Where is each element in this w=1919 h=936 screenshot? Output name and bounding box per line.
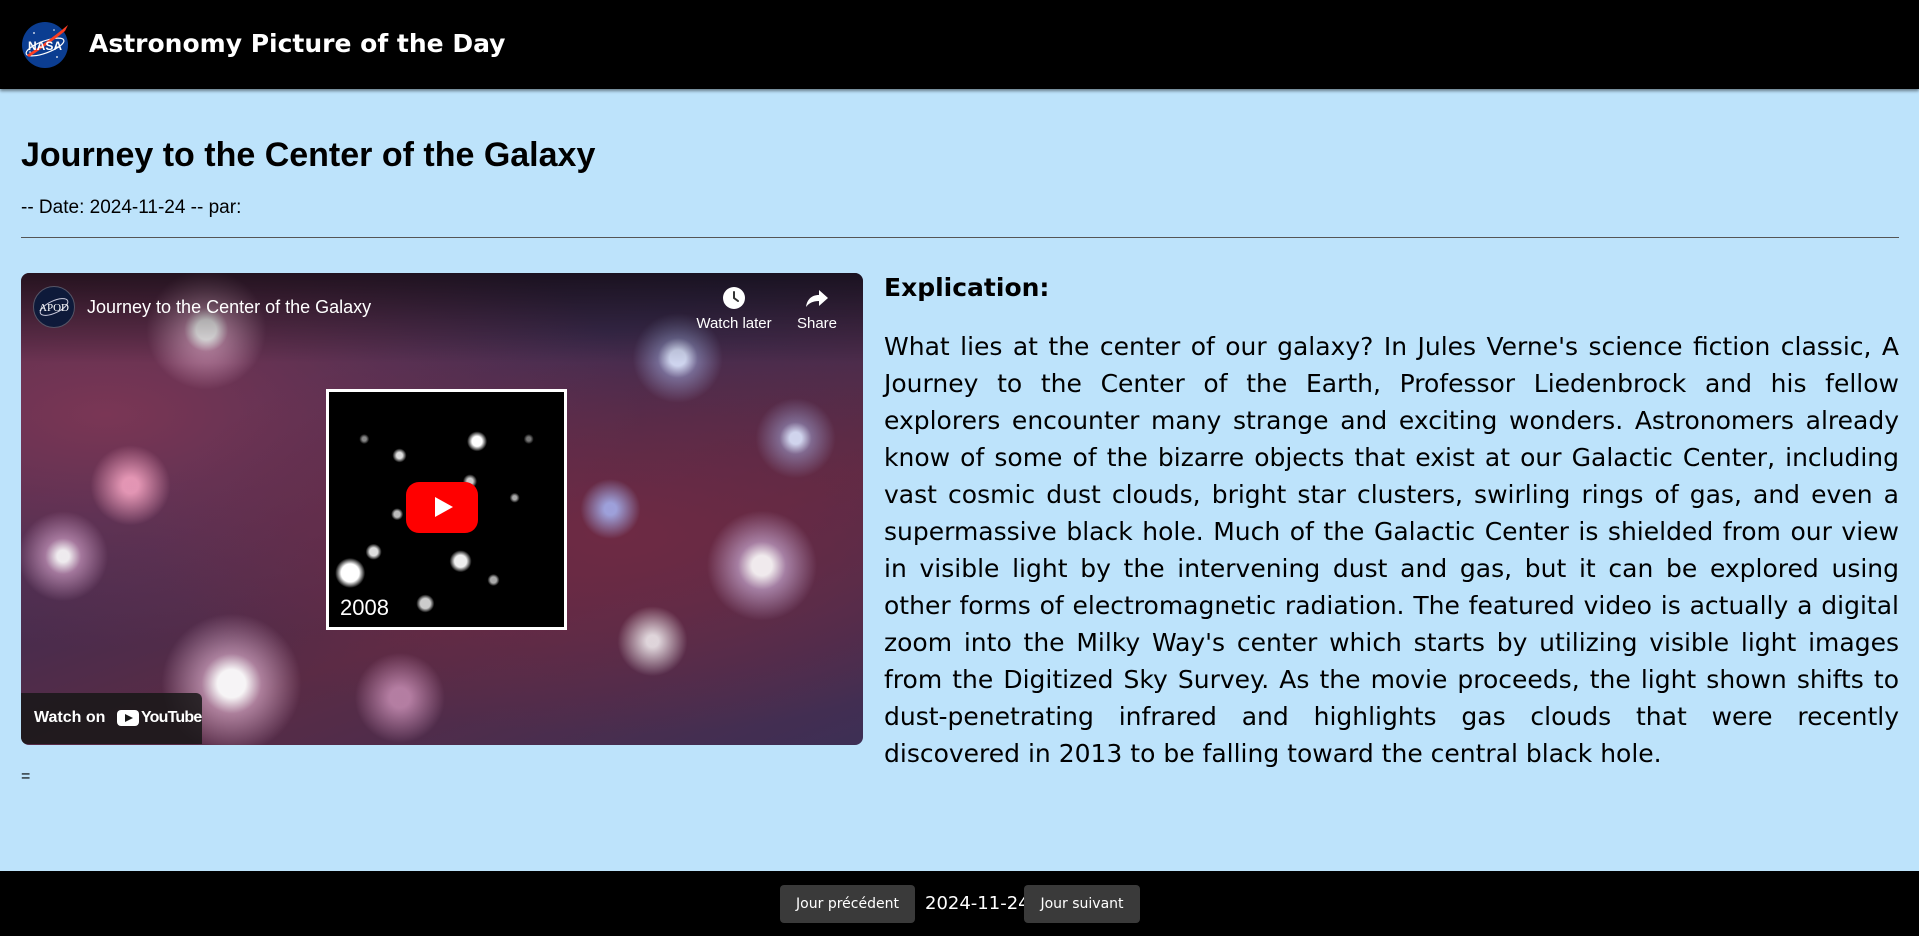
svg-text:NASA: NASA [28,39,62,53]
watch-on-label: Watch on [34,709,106,726]
share-label: Share [796,315,838,332]
video-embed[interactable]: APOD Journey to the Center of the Galaxy… [21,273,863,745]
divider [21,237,1899,238]
trailing-mark: = [21,768,31,785]
top-bar: NASA Astronomy Picture of the Day [0,0,1919,89]
channel-avatar[interactable]: APOD [33,286,75,328]
youtube-logo-icon [117,710,139,726]
previous-day-button[interactable]: Jour précédent [780,885,915,923]
site-title: Astronomy Picture of the Day [89,29,506,58]
bottom-nav-bar: Jour précédent 2024-11-24 Jour suivant [0,871,1919,936]
share-arrow-icon [806,290,828,307]
clock-icon [723,287,745,309]
current-date: 2024-11-24 [925,893,1030,914]
play-icon[interactable] [406,482,478,533]
thumbnail-year: 2008 [340,595,389,620]
watch-on-youtube-button[interactable]: Watch on YouTube [21,693,202,744]
video-title[interactable]: Journey to the Center of the Galaxy [87,296,371,318]
nasa-logo-icon[interactable]: NASA [21,21,69,69]
watch-later-label: Watch later [696,315,772,332]
page-title: Journey to the Center of the Galaxy [21,136,596,174]
channel-logo-icon: APOD [39,298,69,316]
svg-text:APOD: APOD [39,302,69,314]
next-day-button[interactable]: Jour suivant [1024,885,1140,923]
share-button[interactable]: Share [789,285,845,332]
date-line: -- Date: 2024-11-24 -- par: [21,197,242,218]
watch-later-button[interactable]: Watch later [693,285,775,332]
explanation-text: What lies at the center of our galaxy? I… [884,332,1899,768]
explanation-heading: Explication: [884,273,1050,302]
youtube-wordmark: YouTube [141,709,202,726]
